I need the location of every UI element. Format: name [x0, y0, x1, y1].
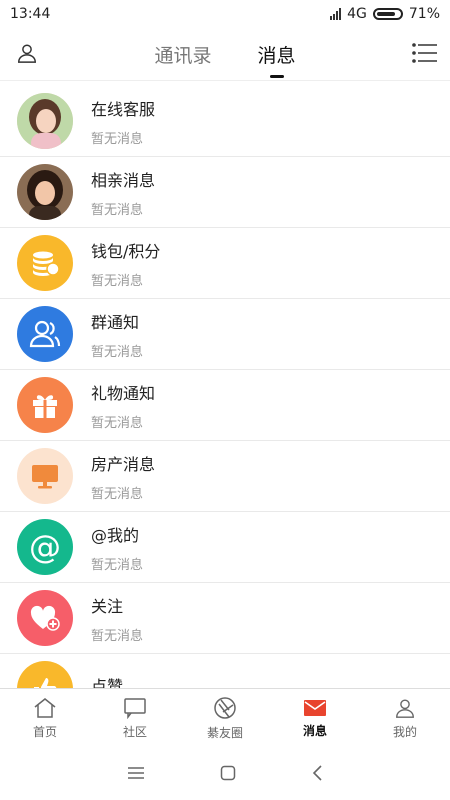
nav-community[interactable]: 社区: [90, 689, 180, 747]
header-tabs: 通讯录 消息: [154, 41, 295, 68]
item-title: 点赞: [91, 677, 124, 688]
item-texts: 礼物通知 暂无消息: [91, 380, 155, 431]
list-item-blind-date[interactable]: 相亲消息 暂无消息: [0, 157, 450, 228]
status-right: 4G 71%: [330, 6, 440, 22]
item-texts: 在线客服 暂无消息: [91, 96, 155, 147]
tab-messages[interactable]: 消息: [258, 41, 296, 68]
list-item-likes[interactable]: 点赞: [0, 654, 450, 688]
nav-label: 首页: [32, 724, 57, 739]
heart-plus-icon: [17, 590, 73, 646]
coins-icon: [17, 235, 73, 291]
nav-friends-circle[interactable]: 綦友圈: [180, 689, 270, 747]
menu-icon[interactable]: [127, 766, 145, 780]
back-icon[interactable]: [311, 765, 323, 781]
signal-icon: [330, 8, 342, 20]
battery-icon: [372, 8, 403, 20]
item-subtitle: 暂无消息: [91, 273, 144, 289]
item-subtitle: 暂无消息: [91, 202, 144, 218]
battery-level: 71%: [408, 6, 440, 22]
item-title: 相亲消息: [91, 170, 156, 190]
item-texts: 钱包/积分 暂无消息: [91, 238, 160, 289]
avatar: [17, 164, 73, 220]
chat-icon: [124, 697, 146, 719]
message-list: 在线客服 暂无消息 相亲消息 暂无消息 钱包/积分 暂无消息 群通知 暂无消息 …: [0, 86, 450, 688]
mail-icon: [304, 699, 326, 716]
item-subtitle: 暂无消息: [91, 557, 144, 573]
item-texts: 房产消息 暂无消息: [91, 451, 155, 502]
nav-label: 社区: [122, 724, 147, 739]
item-texts: 相亲消息 暂无消息: [91, 167, 155, 218]
status-bar: 13:44 4G 71%: [0, 0, 450, 28]
item-title: 关注: [91, 596, 124, 616]
monitor-icon: [17, 448, 73, 504]
item-title: 礼物通知: [91, 383, 156, 403]
nav-home[interactable]: 首页: [0, 689, 90, 747]
at-icon: @: [17, 519, 73, 575]
item-texts: 点赞: [91, 673, 123, 688]
tab-contacts[interactable]: 通讯录: [154, 41, 211, 68]
nav-label: 綦友圈: [206, 725, 243, 740]
top-header: 通讯录 消息: [0, 28, 450, 81]
item-subtitle: 暂无消息: [91, 486, 144, 502]
item-subtitle: 暂无消息: [91, 344, 144, 360]
item-texts: @我的 暂无消息: [91, 522, 143, 573]
list-item-wallet[interactable]: 钱包/积分 暂无消息: [0, 228, 450, 299]
home-icon: [34, 697, 56, 718]
item-subtitle: 暂无消息: [91, 415, 144, 431]
thumb-icon: [17, 661, 73, 688]
nav-label: 我的: [392, 724, 417, 739]
list-item-group-notice[interactable]: 群通知 暂无消息: [0, 299, 450, 370]
avatar: [17, 93, 73, 149]
list-item-online-service[interactable]: 在线客服 暂无消息: [0, 86, 450, 157]
item-title: 钱包/积分: [91, 241, 161, 261]
nav-label: 消息: [302, 723, 327, 738]
item-title: 在线客服: [91, 99, 156, 119]
group-icon: [17, 306, 73, 362]
item-title: @我的: [91, 525, 140, 545]
network-type: 4G: [347, 6, 367, 22]
aperture-icon: [214, 696, 236, 719]
system-nav-bar: [0, 746, 450, 800]
home-square-icon[interactable]: [220, 765, 236, 781]
nav-messages[interactable]: 消息: [270, 689, 360, 747]
gift-icon: [17, 377, 73, 433]
list-menu-icon[interactable]: [412, 42, 438, 68]
list-item-follow[interactable]: 关注 暂无消息: [0, 583, 450, 654]
item-texts: 关注 暂无消息: [91, 593, 143, 644]
list-item-real-estate[interactable]: 房产消息 暂无消息: [0, 441, 450, 512]
item-subtitle: 暂无消息: [91, 131, 144, 147]
person-icon: [396, 699, 414, 718]
status-time: 13:44: [10, 6, 51, 22]
bottom-nav: 首页 社区 綦友圈 消息 我的: [0, 688, 450, 747]
item-title: 群通知: [91, 312, 140, 332]
item-subtitle: 暂无消息: [91, 628, 144, 644]
list-item-gift-notice[interactable]: 礼物通知 暂无消息: [0, 370, 450, 441]
person-icon[interactable]: [16, 42, 38, 68]
nav-me[interactable]: 我的: [360, 689, 450, 747]
list-item-mentions[interactable]: @ @我的 暂无消息: [0, 512, 450, 583]
item-title: 房产消息: [91, 454, 156, 474]
item-texts: 群通知 暂无消息: [91, 309, 143, 360]
